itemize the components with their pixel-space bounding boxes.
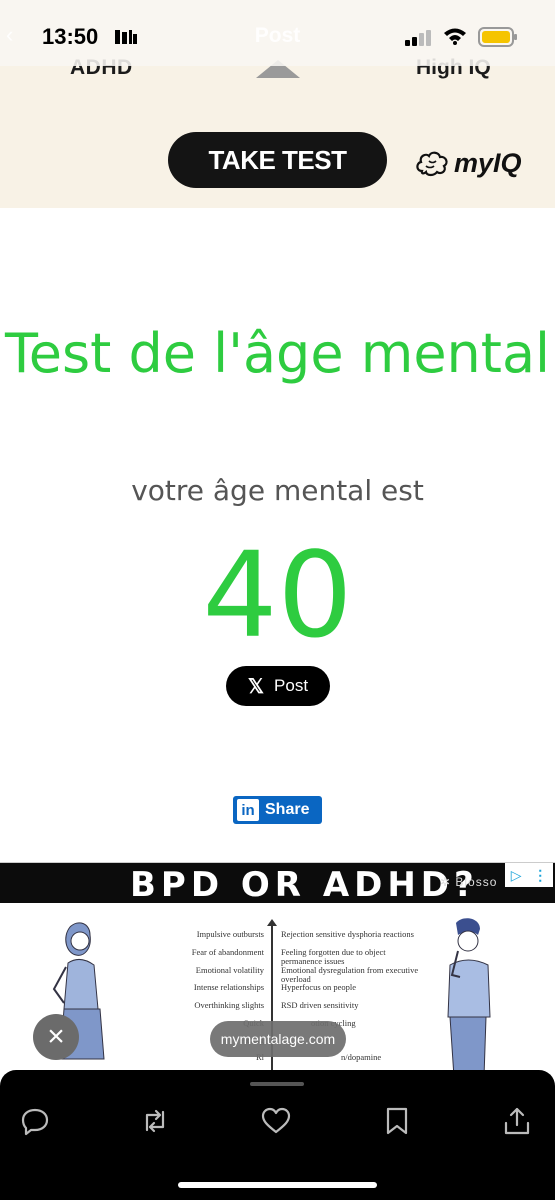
ad-right-row: Feeling forgotten due to object permanen…	[281, 947, 386, 966]
status-bar: ‹ 13:50 Post	[0, 0, 555, 66]
more-options-icon[interactable]: ⋮	[533, 867, 547, 884]
ad-left-row: Fear of abandonment	[191, 947, 264, 957]
myiq-logo: myIQ	[414, 148, 522, 179]
wifi-icon	[444, 28, 466, 45]
like-icon[interactable]	[261, 1106, 291, 1136]
ad-right-row: Hyperfocus on people	[281, 982, 357, 992]
battery-icon	[478, 27, 517, 47]
site-url-pill[interactable]: mymentalage.com	[210, 1021, 346, 1057]
ad-headline: BPD OR ADHD?	[130, 865, 479, 905]
adchoices-icon[interactable]: ▷	[511, 867, 522, 884]
myiq-label: myIQ	[454, 148, 522, 178]
ad-brand-logo-icon: ✲	[440, 875, 456, 889]
x-logo-icon: 𝕏	[247, 675, 265, 698]
take-test-button[interactable]: TAKE TEST	[168, 132, 387, 188]
ad-left-row: Intense relationships	[193, 982, 264, 992]
screen: ADHD High IQ TAKE TEST myIQ ‹ 13:50 Post	[0, 0, 555, 1200]
ad-left-row: Emotional volatility	[195, 965, 264, 975]
ad-left-row: Overthinking slights	[194, 1000, 264, 1010]
brain-icon	[416, 151, 448, 176]
ad-brand: ✲ Blosso	[440, 875, 497, 889]
linkedin-share-button[interactable]: in Share	[233, 796, 322, 824]
mental-age-value: 40	[202, 526, 353, 664]
reply-icon[interactable]	[20, 1106, 50, 1136]
drag-handle[interactable]	[250, 1082, 304, 1086]
ad-left-row: Impulsive outbursts	[196, 929, 264, 939]
result-subtitle: votre âge mental est	[131, 474, 424, 507]
result-title: Test de l'âge mental	[4, 322, 551, 385]
close-ad-button[interactable]: ×	[33, 1014, 79, 1060]
share-icon[interactable]	[502, 1106, 532, 1136]
ad-choices[interactable]: ▷ ⋮	[505, 863, 553, 887]
home-indicator[interactable]	[178, 1182, 377, 1188]
x-post-label: Post	[274, 676, 309, 695]
ad-brand-label: Blosso	[455, 875, 498, 889]
linkedin-share-label: Share	[265, 801, 310, 818]
ad-right-row: RSD driven sensitivity	[281, 1000, 359, 1010]
cellular-signal-icon	[405, 30, 431, 46]
repost-icon[interactable]	[140, 1106, 170, 1136]
ad-right-row: Rejection sensitive dysphoria reactions	[281, 929, 414, 939]
man-illustration	[447, 918, 491, 1072]
page-title: Post	[254, 24, 301, 47]
bottom-action-bar	[0, 1070, 555, 1200]
bookmark-icon[interactable]	[382, 1106, 412, 1136]
x-post-button[interactable]: 𝕏 Post	[226, 666, 330, 706]
linkedin-icon: in	[237, 799, 259, 821]
